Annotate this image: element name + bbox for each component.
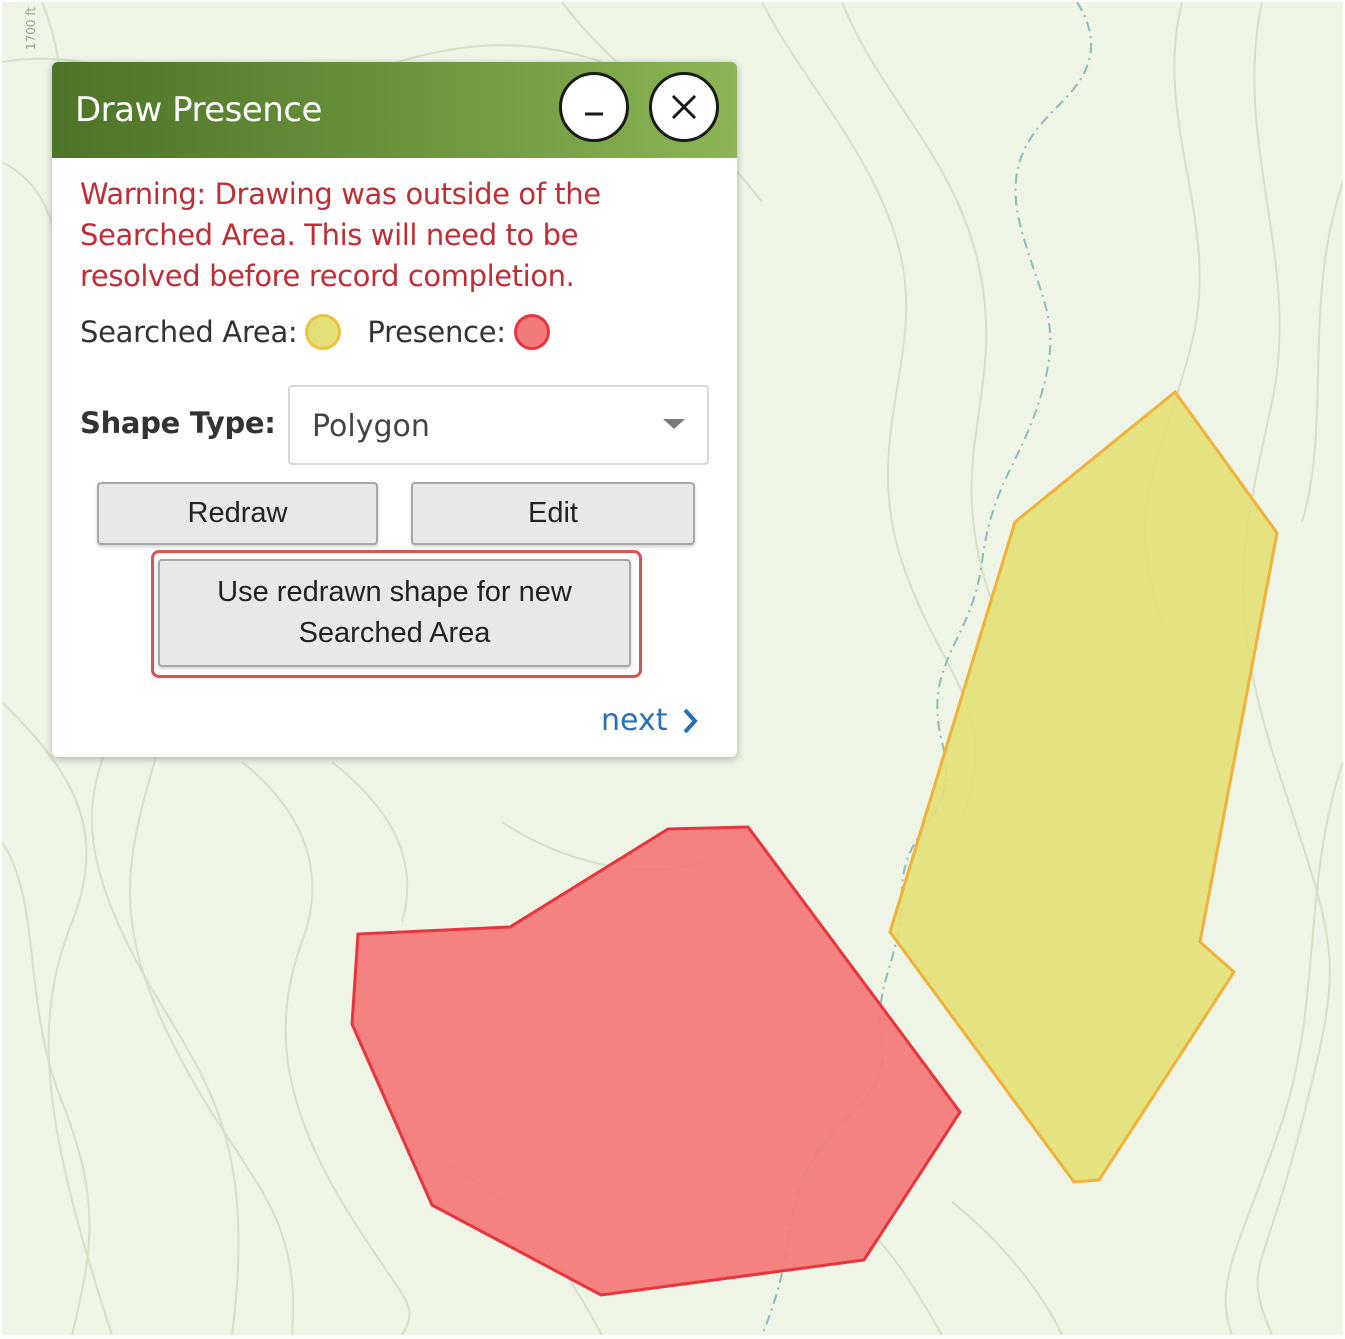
use-redrawn-shape-button[interactable]: Use redrawn shape for new Searched Area: [158, 559, 631, 667]
legend: Searched Area: Presence:: [80, 310, 576, 354]
next-label: next: [601, 703, 668, 738]
redraw-button[interactable]: Redraw: [97, 482, 378, 545]
draw-presence-panel: Draw Presence Warning: Drawing was outsi…: [52, 62, 737, 757]
searched-area-swatch: [305, 314, 342, 350]
close-icon: [671, 94, 697, 120]
edit-button[interactable]: Edit: [411, 482, 695, 545]
minimize-icon: [585, 112, 603, 116]
next-link[interactable]: next: [601, 703, 699, 738]
close-button[interactable]: [649, 72, 719, 142]
shape-type-select[interactable]: Polygon: [288, 385, 709, 465]
legend-searched-label: Searched Area:: [80, 315, 298, 349]
searched-area-polygon[interactable]: [888, 389, 1279, 1184]
presence-polygon[interactable]: [350, 825, 962, 1297]
legend-presence-label: Presence:: [367, 315, 506, 349]
caret-down-icon: [663, 419, 685, 429]
shape-type-label: Shape Type:: [80, 406, 276, 440]
chevron-right-icon: [683, 708, 699, 733]
shape-type-value: Polygon: [312, 409, 430, 444]
warning-message: Warning: Drawing was outside of the Sear…: [80, 177, 601, 293]
presence-swatch: [513, 314, 550, 350]
minimize-button[interactable]: [559, 72, 629, 142]
panel-title: Draw Presence: [75, 90, 322, 130]
contour-elevation-label: 1700 ft: [24, 6, 38, 50]
panel-header[interactable]: Draw Presence: [52, 62, 737, 158]
